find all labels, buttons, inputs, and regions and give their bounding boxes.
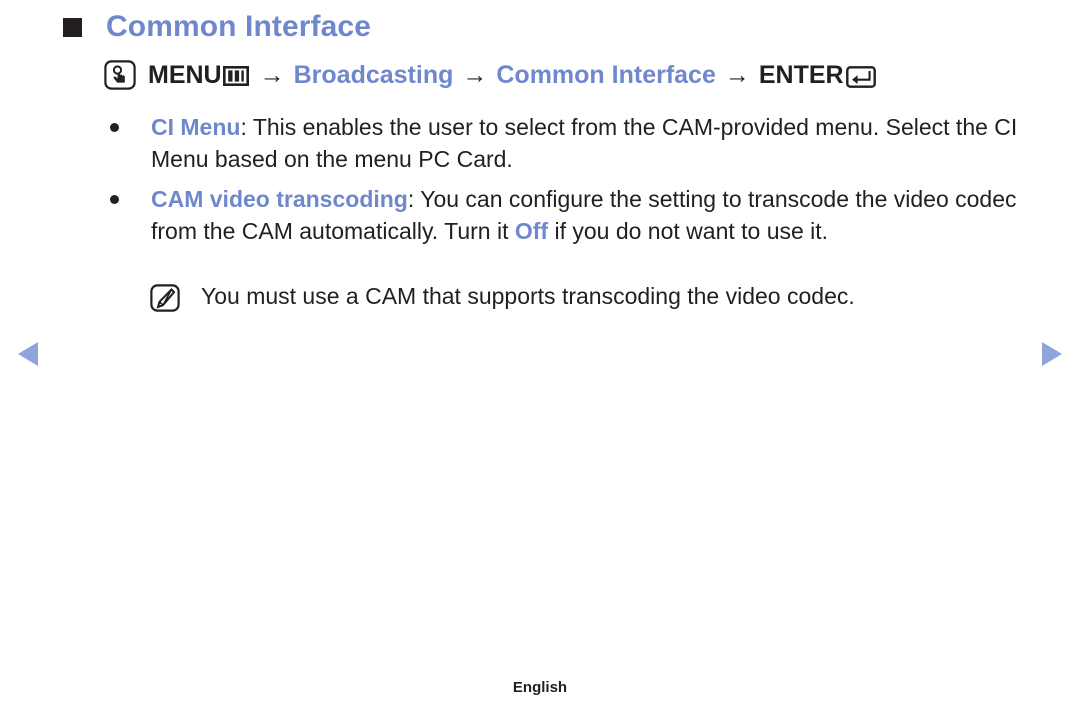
- bullet-emphasis-off: Off: [514, 218, 549, 244]
- path-step-common-interface: Common Interface: [496, 60, 716, 89]
- previous-page-button[interactable]: [17, 341, 39, 367]
- path-arrow-1: →: [259, 60, 285, 89]
- note-text: You must use a CAM that supports transco…: [201, 283, 855, 309]
- bullet-body: : This enables the user to select from t…: [151, 114, 1018, 172]
- enter-return-key-icon: [845, 66, 876, 88]
- section-marker-square: [63, 17, 82, 37]
- bullet-dot-icon: [110, 195, 119, 204]
- enter-label: ENTER: [758, 60, 844, 89]
- bullet-dot-icon: [110, 123, 119, 132]
- menu-label: MENU: [148, 60, 222, 89]
- menu-grid-icon: [222, 65, 249, 86]
- touch-press-icon: [104, 60, 136, 90]
- bullet-item-ci-menu: CI Menu: This enables the user to select…: [110, 111, 1040, 175]
- menu-path-breadcrumb: MENU → Broadcasting → Common Interface →…: [104, 60, 876, 90]
- next-page-button[interactable]: [1041, 341, 1063, 367]
- bullet-text: CAM video transcoding: You can configure…: [151, 183, 1045, 247]
- bullet-item-cam-video-transcoding: CAM video transcoding: You can configure…: [110, 183, 1045, 247]
- note-pencil-icon: [150, 284, 180, 312]
- footer-language-label: English: [512, 679, 568, 696]
- path-arrow-2: →: [462, 60, 488, 89]
- bullet-keyword: CI Menu: [151, 114, 241, 140]
- bullet-keyword: CAM video transcoding: [151, 186, 408, 212]
- page-title-row: Common Interface: [63, 12, 371, 42]
- path-step-broadcasting: Broadcasting: [293, 60, 454, 89]
- page-title: Common Interface: [106, 10, 371, 43]
- note-item: You must use a CAM that supports transco…: [150, 280, 1050, 312]
- path-arrow-3: →: [724, 60, 750, 89]
- bullet-text: CI Menu: This enables the user to select…: [151, 111, 1040, 175]
- bullet-body-part-2: if you do not want to use it.: [548, 218, 829, 244]
- manual-page: Common Interface MENU → Broadcasting → C…: [0, 0, 1080, 705]
